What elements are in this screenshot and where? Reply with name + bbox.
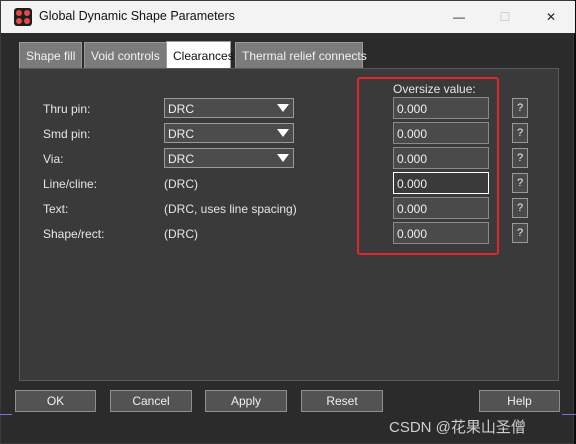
smd-pin-dropdown[interactable]: DRC: [164, 123, 294, 143]
row-label-text: Text:: [43, 202, 69, 216]
tab-shape-fill[interactable]: Shape fill: [19, 42, 82, 68]
via-dropdown[interactable]: DRC: [164, 148, 294, 168]
oversize-highlight-box: [357, 77, 499, 255]
tab-clearances[interactable]: Clearances: [166, 41, 234, 69]
text-value: (DRC, uses line spacing): [164, 202, 297, 216]
background-line-left: [0, 414, 12, 415]
row-label-via: Via:: [43, 152, 64, 166]
dialog-window: Global Dynamic Shape Parameters — ☐ ✕ Sh…: [0, 0, 575, 444]
row-label-shape-rect: Shape/rect:: [43, 227, 105, 241]
row-label-line-cline: Line/cline:: [43, 177, 98, 191]
reset-button[interactable]: Reset: [301, 390, 383, 412]
maximize-button: ☐: [499, 10, 511, 24]
thru-pin-help-button[interactable]: ?: [512, 98, 528, 118]
apply-button[interactable]: Apply: [205, 390, 287, 412]
watermark: CSDN @花果山圣僧: [389, 419, 526, 436]
thru-pin-value: DRC: [168, 102, 194, 116]
cancel-button[interactable]: Cancel: [110, 390, 192, 412]
line-cline-value: (DRC): [164, 177, 198, 191]
via-help-button[interactable]: ?: [512, 148, 528, 168]
row-label-thru-pin: Thru pin:: [43, 102, 91, 116]
tab-void-controls[interactable]: Void controls: [84, 42, 178, 68]
smd-pin-help-button[interactable]: ?: [512, 123, 528, 143]
text-help-button[interactable]: ?: [512, 198, 528, 218]
smd-pin-value: DRC: [168, 127, 194, 141]
row-label-smd-pin: Smd pin:: [43, 127, 91, 141]
app-icon: [14, 8, 32, 26]
shape-rect-help-button[interactable]: ?: [512, 223, 528, 243]
close-button[interactable]: ✕: [528, 1, 574, 33]
minimize-button[interactable]: —: [436, 1, 482, 33]
background-line-right: [562, 414, 576, 415]
via-value: DRC: [168, 152, 194, 166]
chevron-down-icon: [277, 129, 289, 137]
chevron-down-icon: [277, 154, 289, 162]
chevron-down-icon: [277, 104, 289, 112]
shape-rect-value: (DRC): [164, 227, 198, 241]
line-cline-help-button[interactable]: ?: [512, 173, 528, 193]
ok-button[interactable]: OK: [15, 390, 96, 412]
thru-pin-dropdown[interactable]: DRC: [164, 98, 294, 118]
help-button[interactable]: Help: [479, 390, 560, 412]
title-bar[interactable]: Global Dynamic Shape Parameters — ☐ ✕: [1, 1, 575, 33]
tab-thermal-relief-connects[interactable]: Thermal relief connects: [235, 42, 367, 68]
window-title: Global Dynamic Shape Parameters: [39, 9, 235, 23]
